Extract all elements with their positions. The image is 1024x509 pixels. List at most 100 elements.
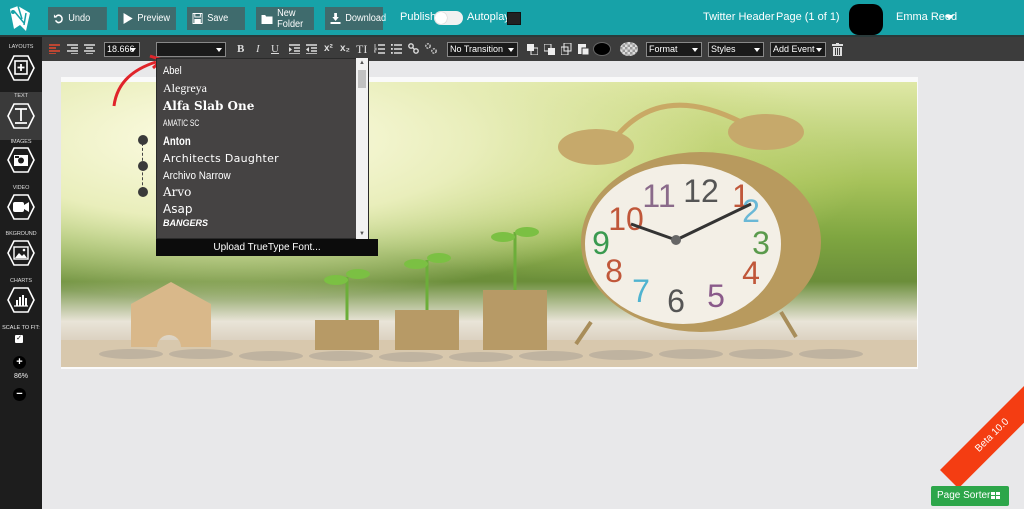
outdent-icon[interactable]	[306, 44, 317, 54]
superscript-button[interactable]: x²	[324, 43, 333, 55]
sidebar-item-label: CHARTS	[10, 278, 32, 284]
font-option-alegreya[interactable]: Alegreya	[163, 81, 207, 96]
plus-square-icon	[7, 55, 35, 81]
svg-text:12: 12	[683, 173, 719, 209]
sidebar-item-background[interactable]: BKGROUND	[0, 230, 42, 280]
chevron-down-icon	[508, 48, 514, 52]
clear-format-icon[interactable]: TI	[356, 43, 367, 55]
download-label: Download	[345, 13, 387, 24]
color-picker-button[interactable]	[593, 42, 611, 56]
font-option-abel[interactable]: Abel	[163, 65, 182, 77]
page-sorter-button[interactable]: Page Sorter	[931, 486, 1009, 506]
undo-label: Undo	[68, 13, 91, 24]
paste-icon[interactable]	[578, 43, 589, 55]
font-option-arvo[interactable]: Arvo	[163, 185, 191, 199]
align-center-icon[interactable]	[84, 44, 95, 54]
indent-icon[interactable]	[289, 44, 300, 54]
grid-icon	[991, 492, 1000, 499]
avatar[interactable]	[849, 4, 883, 35]
new-folder-button[interactable]: New Folder	[256, 7, 314, 30]
trash-icon[interactable]	[832, 43, 843, 56]
font-option-alfa-slab-one[interactable]: Alfa Slab One	[163, 99, 254, 113]
folder-icon	[261, 14, 273, 24]
zoom-in-button[interactable]: +	[13, 356, 26, 369]
opacity-button[interactable]	[620, 42, 638, 56]
resize-handle[interactable]	[138, 161, 148, 171]
autoplay-label: Autoplay:	[467, 11, 513, 23]
transition-value: No Transition	[450, 44, 504, 54]
font-dropdown-scrollbar[interactable]: ▲ ▼	[356, 58, 368, 239]
bold-button[interactable]: B	[237, 43, 244, 55]
floppy-icon	[192, 13, 203, 24]
sidebar-item-label: BKGROUND	[5, 231, 37, 237]
user-menu-caret-icon[interactable]	[945, 15, 954, 21]
duplicate-icon[interactable]	[561, 43, 572, 55]
autoplay-checkbox[interactable]	[507, 12, 521, 25]
preview-button[interactable]: Preview	[118, 7, 176, 30]
scroll-down-icon[interactable]: ▼	[359, 231, 365, 237]
align-right-icon[interactable]	[67, 44, 78, 54]
resize-handle[interactable]	[138, 187, 148, 197]
styles-select[interactable]: Styles	[708, 42, 764, 57]
resize-handle[interactable]	[138, 135, 148, 145]
scale-to-fit-checkbox[interactable]: ✓	[15, 335, 23, 343]
new-folder-label: New Folder	[277, 7, 304, 30]
save-button[interactable]: Save	[187, 7, 245, 30]
font-option-archivo-narrow[interactable]: Archivo Narrow	[163, 170, 231, 182]
sidebar-item-layouts[interactable]: LAYOUTS	[0, 43, 42, 93]
font-option-bangers[interactable]: BANGERS	[163, 218, 208, 228]
italic-button[interactable]: I	[256, 43, 260, 55]
transition-select[interactable]: No Transition	[447, 42, 518, 57]
numbered-list-icon[interactable]	[374, 44, 385, 54]
font-option-amatic-sc[interactable]: AMATIC SC	[163, 118, 199, 128]
camera-icon	[7, 147, 35, 173]
bring-forward-icon[interactable]	[527, 44, 538, 55]
svg-text:7: 7	[632, 273, 650, 309]
app-logo-icon[interactable]	[4, 3, 38, 33]
download-icon	[330, 13, 341, 24]
send-backward-icon[interactable]	[544, 44, 555, 55]
download-button[interactable]: Download	[325, 7, 387, 30]
sidebar-item-label: LAYOUTS	[8, 44, 34, 50]
save-label: Save	[207, 13, 229, 24]
video-camera-icon	[7, 194, 35, 220]
unlink-icon[interactable]	[425, 43, 437, 54]
sidebar-item-video[interactable]: VIDEO	[0, 184, 42, 234]
link-icon[interactable]	[408, 43, 419, 54]
add-event-value: Add Event	[773, 44, 815, 54]
align-left-icon[interactable]	[49, 44, 60, 54]
subscript-button[interactable]: x₂	[340, 43, 350, 55]
svg-text:5: 5	[707, 278, 725, 314]
project-name[interactable]: Twitter Header	[703, 11, 775, 23]
sidebar-item-label: VIDEO	[12, 185, 30, 191]
zoom-out-button[interactable]: −	[13, 388, 26, 401]
add-event-select[interactable]: Add Event	[770, 42, 826, 57]
bullet-list-icon[interactable]	[391, 44, 402, 54]
sidebar-item-label: TEXT	[14, 93, 28, 99]
font-option-architects-daughter[interactable]: Architects Daughter	[163, 152, 279, 165]
page-sorter-label: Page Sorter	[937, 490, 991, 501]
scroll-up-icon[interactable]: ▲	[359, 60, 365, 66]
scrollbar-thumb[interactable]	[358, 70, 366, 88]
format-value: Format	[649, 44, 678, 54]
chevron-down-icon	[216, 48, 222, 52]
upload-truetype-font-button[interactable]: Upload TrueType Font...	[156, 239, 378, 256]
underline-button[interactable]: U	[271, 43, 279, 55]
font-option-anton[interactable]: Anton	[163, 134, 191, 148]
svg-text:4: 4	[742, 255, 760, 291]
undo-icon	[53, 14, 63, 24]
font-option-asap[interactable]: Asap	[163, 202, 192, 216]
sidebar-item-images[interactable]: IMAGES	[0, 138, 42, 188]
format-select[interactable]: Format	[646, 42, 702, 57]
svg-text:11: 11	[642, 178, 675, 214]
svg-text:2: 2	[742, 193, 760, 229]
bar-chart-icon	[7, 287, 35, 313]
undo-button[interactable]: Undo	[48, 7, 107, 30]
zoom-value: 86%	[13, 373, 28, 380]
left-sidebar: LAYOUTS TEXT IMAGES VIDEO BKGROUND CHART…	[0, 37, 42, 509]
sidebar-item-text[interactable]: TEXT	[0, 92, 42, 140]
sidebar-item-label: IMAGES	[10, 139, 32, 145]
publish-toggle[interactable]	[434, 11, 463, 25]
sidebar-item-charts[interactable]: CHARTS	[0, 277, 42, 327]
chevron-down-icon	[692, 48, 698, 52]
